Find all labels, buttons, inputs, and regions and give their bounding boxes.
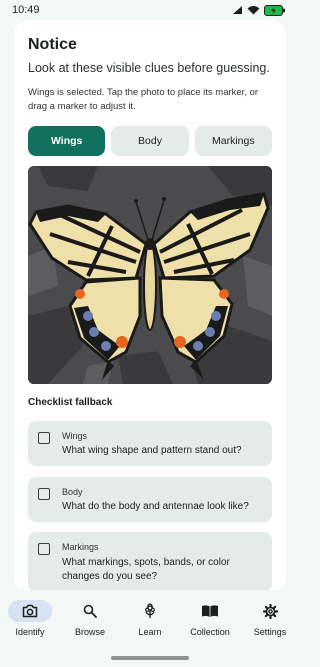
nav-item-identify[interactable]: Identify bbox=[0, 590, 60, 644]
checklist-item-question: What markings, spots, bands, or color ch… bbox=[62, 557, 230, 582]
status-icons bbox=[232, 4, 286, 16]
page-subtitle: Look at these visible clues before guess… bbox=[28, 61, 270, 75]
bottom-navigation: Identify Browse Learn Collection Setting… bbox=[0, 590, 300, 644]
nav-item-settings[interactable]: Settings bbox=[240, 590, 300, 644]
home-indicator[interactable] bbox=[111, 656, 189, 660]
clue-tabs: Wings Body Markings bbox=[28, 126, 272, 156]
tab-body[interactable]: Body bbox=[111, 126, 189, 156]
flower-icon bbox=[145, 603, 155, 618]
page-title: Notice bbox=[28, 36, 77, 53]
checklist-item-label: Wings bbox=[62, 431, 88, 441]
nav-label: Browse bbox=[74, 627, 105, 637]
status-bar: 10:49 bbox=[0, 0, 300, 20]
checkbox[interactable] bbox=[38, 543, 50, 555]
nav-item-learn[interactable]: Learn bbox=[120, 590, 180, 644]
nav-label: Identify bbox=[15, 627, 45, 637]
checklist-title: Checklist fallback bbox=[28, 397, 113, 408]
battery-icon bbox=[264, 4, 285, 16]
checklist-item-label: Body bbox=[62, 487, 83, 497]
checklist-item-wings[interactable]: Wings What wing shape and pattern stand … bbox=[28, 421, 272, 466]
camera-icon bbox=[22, 604, 38, 618]
signal-icon bbox=[233, 6, 242, 14]
checklist-item-question: What do the body and antennae look like? bbox=[62, 501, 249, 512]
tab-wings[interactable]: Wings bbox=[28, 126, 106, 156]
notice-card: Notice Look at these visible clues befor… bbox=[14, 20, 286, 592]
status-time: 10:49 bbox=[12, 4, 40, 16]
wifi-icon bbox=[247, 6, 260, 15]
butterfly-photo[interactable] bbox=[28, 166, 272, 384]
butterfly-illustration bbox=[28, 166, 272, 384]
checkbox[interactable] bbox=[38, 488, 50, 500]
helper-text: Wings is selected. Tap the photo to plac… bbox=[28, 87, 259, 112]
nav-label: Learn bbox=[138, 627, 162, 637]
nav-item-collection[interactable]: Collection bbox=[180, 590, 240, 644]
nav-label: Collection bbox=[190, 627, 230, 637]
checklist-item-question: What wing shape and pattern stand out? bbox=[62, 445, 242, 456]
nav-item-browse[interactable]: Browse bbox=[60, 590, 120, 644]
search-icon bbox=[83, 604, 97, 618]
tab-markings[interactable]: Markings bbox=[194, 126, 272, 156]
book-icon bbox=[202, 605, 218, 617]
checklist-item-body[interactable]: Body What do the body and antennae look … bbox=[28, 477, 272, 522]
checkbox[interactable] bbox=[38, 432, 50, 444]
nav-active-indicator bbox=[8, 600, 52, 622]
nav-label: Settings bbox=[253, 627, 287, 637]
checklist-item-markings[interactable]: Markings What markings, spots, bands, or… bbox=[28, 532, 272, 592]
gear-icon bbox=[262, 603, 278, 619]
checklist-item-label: Markings bbox=[62, 542, 99, 552]
